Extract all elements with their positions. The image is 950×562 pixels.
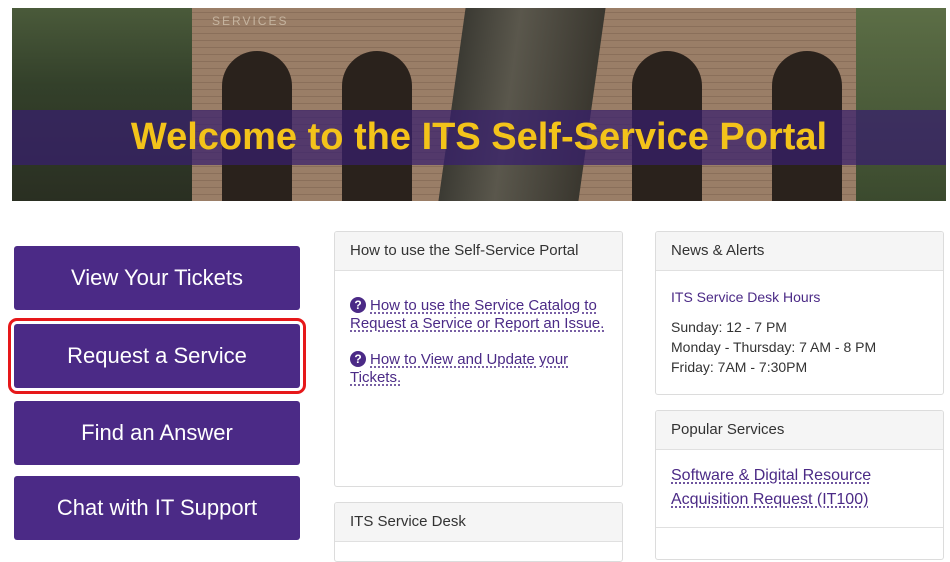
- news-panel-header: News & Alerts: [656, 232, 943, 271]
- hours-line: Monday - Thursday: 7 AM - 8 PM: [671, 339, 877, 355]
- howto-panel: How to use the Self-Service Portal ? How …: [334, 231, 623, 487]
- request-service-button[interactable]: Request a Service: [8, 318, 306, 394]
- view-tickets-button[interactable]: View Your Tickets: [14, 246, 300, 310]
- chat-support-button[interactable]: Chat with IT Support: [14, 476, 300, 540]
- popular-panel: Popular Services Software & Digital Reso…: [655, 410, 944, 560]
- howto-link-item: ? How to use the Service Catalog to Reque…: [350, 297, 607, 333]
- news-panel-body: ITS Service Desk Hours Sunday: 12 - 7 PM…: [656, 271, 943, 391]
- howto-service-catalog-link[interactable]: How to use the Service Catalog to Reques…: [350, 297, 604, 332]
- service-desk-hours-title: ITS Service Desk Hours: [671, 289, 821, 305]
- howto-view-tickets-link[interactable]: How to View and Update your Tickets.: [350, 351, 568, 386]
- hero-trees-right: [856, 8, 946, 201]
- question-circle-icon: ?: [350, 297, 366, 313]
- hero-banner: SERVICES Welcome to the ITS Self-Service…: [12, 8, 946, 201]
- find-answer-button[interactable]: Find an Answer: [14, 401, 300, 465]
- hero-title: Welcome to the ITS Self-Service Portal: [130, 116, 828, 158]
- howto-link-item: ? How to View and Update your Tickets.: [350, 351, 607, 387]
- howto-panel-header: How to use the Self-Service Portal: [335, 232, 622, 271]
- howto-panel-body: ? How to use the Service Catalog to Reque…: [335, 271, 622, 419]
- news-panel: News & Alerts ITS Service Desk Hours Sun…: [655, 231, 944, 395]
- hours-line: Sunday: 12 - 7 PM: [671, 319, 787, 335]
- popular-panel-header: Popular Services: [656, 411, 943, 450]
- hours-line: Friday: 7AM - 7:30PM: [671, 359, 808, 375]
- service-desk-panel: ITS Service Desk: [334, 502, 623, 562]
- hero-building-sign: SERVICES: [212, 14, 289, 28]
- hero-tree-trunk: [438, 8, 606, 201]
- question-circle-icon: ?: [350, 351, 366, 367]
- popular-panel-body: Software & Digital Resource Acquisition …: [656, 450, 943, 526]
- service-desk-panel-header: ITS Service Desk: [335, 503, 622, 542]
- software-acquisition-link[interactable]: Software & Digital Resource Acquisition …: [671, 467, 871, 508]
- popular-divider: [656, 527, 943, 528]
